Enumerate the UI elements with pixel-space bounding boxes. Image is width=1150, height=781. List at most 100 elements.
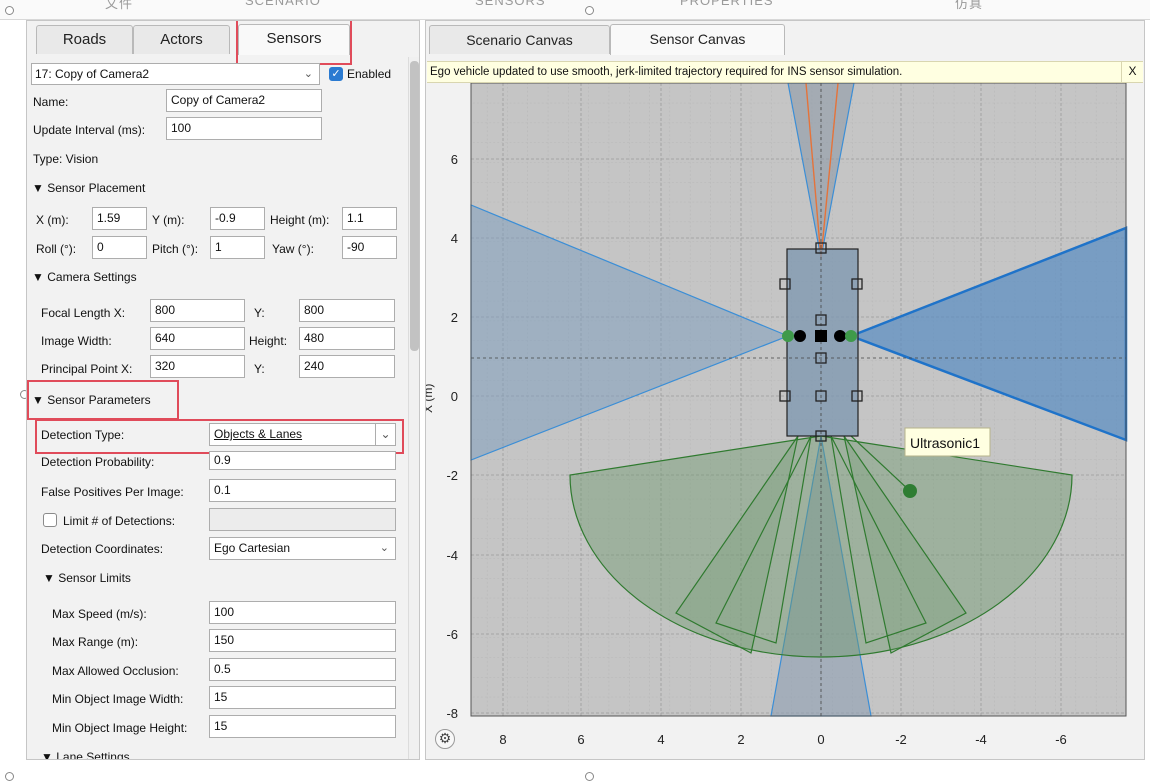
- close-icon[interactable]: X: [1121, 61, 1143, 83]
- detection-coordinates-value: Ego Cartesian: [214, 541, 291, 555]
- x-tick-label: -6: [1055, 732, 1067, 747]
- tab-actors[interactable]: Actors: [133, 25, 230, 54]
- false-positives-label: False Positives Per Image:: [41, 485, 184, 499]
- height-label: Height (m):: [270, 213, 330, 227]
- min-image-width-field[interactable]: 15: [209, 686, 396, 709]
- resize-handle[interactable]: [5, 772, 14, 781]
- principal-point-x-label: Principal Point X:: [41, 362, 133, 376]
- limit-detections-checkbox[interactable]: [43, 513, 57, 527]
- x-tick-label: 4: [657, 732, 664, 747]
- section-lane-settings[interactable]: ▼ Lane Settings: [41, 750, 130, 760]
- ribbon-tab-simulate[interactable]: 仿真: [955, 0, 983, 12]
- y-tick-label: 2: [451, 310, 458, 325]
- max-occlusion-label: Max Allowed Occlusion:: [52, 664, 179, 678]
- resize-handle[interactable]: [585, 772, 594, 781]
- detection-probability-field[interactable]: 0.9: [209, 451, 396, 470]
- image-width-field[interactable]: 640: [150, 327, 245, 350]
- section-sensor-placement[interactable]: ▼ Sensor Placement: [32, 181, 145, 195]
- x-label: X (m):: [36, 213, 69, 227]
- triangle-down-icon: ▼: [32, 270, 44, 284]
- x-tick-label: 2: [737, 732, 744, 747]
- name-field[interactable]: Copy of Camera2: [166, 89, 322, 112]
- yaw-field[interactable]: -90: [342, 236, 397, 259]
- highlight-box: [35, 419, 404, 454]
- x-tick-label: 8: [499, 732, 506, 747]
- max-speed-field[interactable]: 100: [209, 601, 396, 624]
- roll-label: Roll (°):: [36, 242, 77, 256]
- gear-icon[interactable]: ⚙: [435, 729, 455, 749]
- false-positives-field[interactable]: 0.1: [209, 479, 396, 502]
- focal-length-y-field[interactable]: 800: [299, 299, 395, 322]
- image-height-field[interactable]: 480: [299, 327, 395, 350]
- triangle-down-icon: ▼: [41, 750, 53, 760]
- scrollbar-thumb[interactable]: [410, 61, 419, 351]
- detection-coordinates-dropdown[interactable]: Ego Cartesian ⌄: [209, 537, 396, 560]
- y-tick-label: 4: [451, 231, 458, 246]
- image-height-label: Height:: [249, 334, 288, 348]
- type-label: Type: Vision: [33, 152, 99, 166]
- ribbon-tab-properties[interactable]: PROPERTIES: [680, 0, 774, 8]
- x-tick-label: -4: [975, 732, 987, 747]
- ribbon-tab-file[interactable]: 文件: [105, 0, 133, 12]
- sensor-selected-marker[interactable]: [815, 330, 827, 342]
- x-field[interactable]: 1.59: [92, 207, 147, 230]
- highlight-box: [236, 21, 352, 65]
- y-tick-label: -4: [446, 548, 458, 563]
- ego-vehicle[interactable]: [786, 248, 859, 437]
- detection-probability-label: Detection Probability:: [41, 455, 155, 469]
- tab-sensor-canvas[interactable]: Sensor Canvas: [610, 24, 785, 55]
- tab-scenario-canvas[interactable]: Scenario Canvas: [429, 25, 610, 54]
- notification-bar: Ego vehicle updated to use smooth, jerk-…: [427, 61, 1143, 83]
- focal-length-y-label: Y:: [254, 306, 265, 320]
- resize-handle[interactable]: [5, 6, 14, 15]
- sensor-select[interactable]: 17: Copy of Camera2 ⌄: [31, 63, 320, 85]
- y-axis-label: X (m): [426, 384, 435, 413]
- x-tick-label: -2: [895, 732, 907, 747]
- y-field[interactable]: -0.9: [210, 207, 265, 230]
- sensor-canvas[interactable]: Ultrasonic1 8 6 4 2 0 -2 -4 -6 6 4 2 0 -2 -4 -6 -8 X (…: [426, 83, 1144, 759]
- name-label: Name:: [33, 95, 69, 109]
- ultrasonic-label: Ultrasonic1: [904, 427, 991, 457]
- chevron-down-icon: ⌄: [303, 68, 313, 80]
- notification-text: Ego vehicle updated to use smooth, jerk-…: [430, 66, 903, 78]
- triangle-down-icon: ▼: [32, 181, 44, 195]
- triangle-down-icon: ▼: [43, 571, 55, 585]
- tab-roads[interactable]: Roads: [36, 25, 133, 54]
- pitch-field[interactable]: 1: [210, 236, 265, 259]
- ribbon-tab-sensors[interactable]: SENSORS: [475, 0, 546, 8]
- principal-point-x-field[interactable]: 320: [150, 355, 245, 378]
- section-sensor-limits[interactable]: ▼ Sensor Limits: [43, 571, 131, 585]
- resize-handle[interactable]: [585, 6, 594, 15]
- pitch-label: Pitch (°):: [152, 242, 199, 256]
- x-tick-label: 0: [817, 732, 824, 747]
- chevron-down-icon: ⌄: [379, 542, 389, 554]
- ultrasonic-sensor-marker[interactable]: [903, 484, 917, 498]
- image-width-label: Image Width:: [41, 334, 112, 348]
- enabled-label: Enabled: [347, 67, 392, 81]
- ribbon-tab-scenario[interactable]: SCENARIO: [245, 0, 321, 8]
- max-range-label: Max Range (m):: [52, 635, 139, 649]
- camera-sensor-marker[interactable]: [782, 330, 794, 342]
- principal-point-y-label: Y:: [254, 362, 265, 376]
- focal-length-x-field[interactable]: 800: [150, 299, 245, 322]
- y-tick-label: 0: [451, 389, 458, 404]
- focal-length-x-label: Focal Length X:: [41, 306, 126, 320]
- roll-field[interactable]: 0: [92, 236, 147, 259]
- y-tick-label: -8: [446, 706, 458, 721]
- y-tick-label: -6: [446, 627, 458, 642]
- sensor-marker[interactable]: [794, 330, 806, 342]
- camera-sensor-marker[interactable]: [845, 330, 857, 342]
- limit-detections-field[interactable]: [209, 508, 396, 531]
- max-speed-label: Max Speed (m/s):: [52, 607, 147, 621]
- min-image-height-field[interactable]: 15: [209, 715, 396, 738]
- sensor-marker[interactable]: [834, 330, 846, 342]
- y-tick-label: -2: [446, 468, 458, 483]
- highlight-box: [27, 380, 179, 420]
- enabled-checkbox[interactable]: ✓: [329, 67, 343, 81]
- principal-point-y-field[interactable]: 240: [299, 355, 395, 378]
- update-interval-field[interactable]: 100: [166, 117, 322, 140]
- height-field[interactable]: 1.1: [342, 207, 397, 230]
- max-occlusion-field[interactable]: 0.5: [209, 658, 396, 681]
- max-range-field[interactable]: 150: [209, 629, 396, 652]
- section-camera-settings[interactable]: ▼ Camera Settings: [32, 270, 137, 284]
